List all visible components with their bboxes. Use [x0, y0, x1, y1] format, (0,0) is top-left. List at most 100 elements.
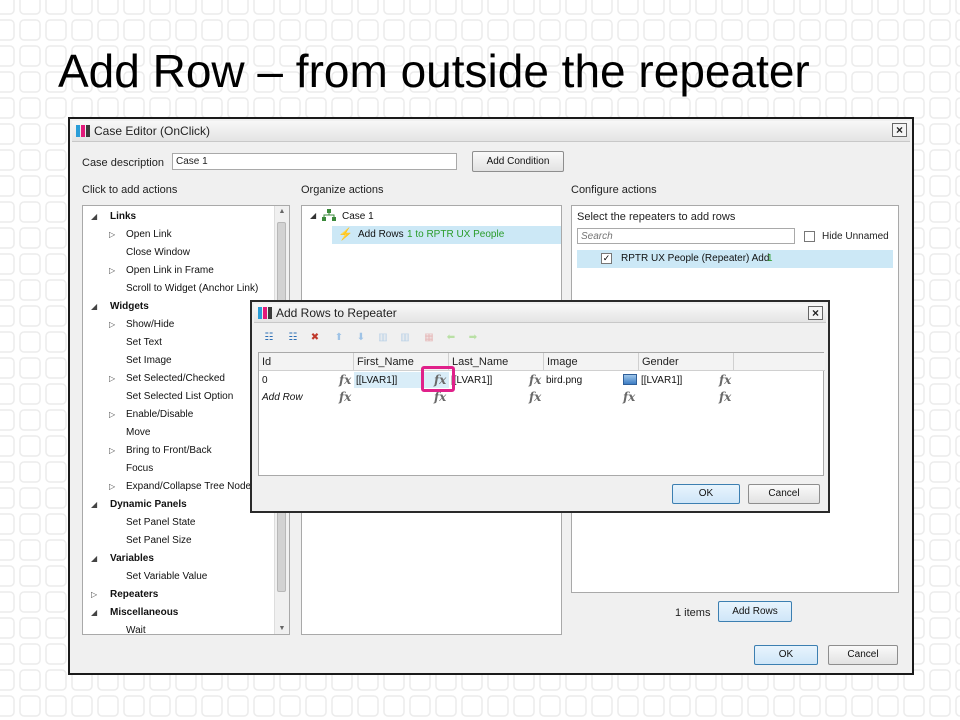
background-square: [19, 175, 41, 197]
fx-icon[interactable]: fx: [529, 373, 541, 387]
case-editor-close-button[interactable]: ×: [892, 123, 907, 137]
case-editor-titlebar[interactable]: Case Editor (OnClick) ×: [72, 121, 910, 142]
action-item[interactable]: Scroll to Widget (Anchor Link): [126, 283, 258, 294]
expand-icon[interactable]: ▷: [109, 446, 115, 455]
action-item[interactable]: Enable/Disable: [126, 409, 193, 420]
action-item[interactable]: Set Selected List Option: [126, 391, 233, 402]
column-header-last-name[interactable]: Last_Name: [449, 353, 544, 371]
add-row-cell[interactable]: Add Row: [262, 392, 303, 403]
expand-icon[interactable]: ▷: [109, 410, 115, 419]
action-item[interactable]: Set Variable Value: [126, 571, 207, 582]
insert-row-above-icon[interactable]: ☷: [262, 332, 276, 344]
collapse-icon[interactable]: ◢: [91, 500, 97, 509]
expand-icon[interactable]: ▷: [109, 482, 115, 491]
cell-id[interactable]: 0: [262, 375, 268, 386]
move-right-icon[interactable]: ➡: [466, 332, 480, 344]
repeater-search-input[interactable]: [577, 228, 795, 244]
fx-icon[interactable]: fx: [719, 373, 731, 387]
case-description-input[interactable]: [172, 153, 457, 170]
expand-icon[interactable]: ▷: [109, 320, 115, 329]
background-square: [357, 19, 379, 41]
cancel-button[interactable]: Cancel: [828, 645, 898, 665]
add-rows-cancel-button[interactable]: Cancel: [748, 484, 820, 504]
cell-first-name[interactable]: [[LVAR1]]: [356, 375, 397, 386]
fx-icon[interactable]: fx: [339, 390, 351, 404]
move-down-icon[interactable]: ⬇: [354, 332, 368, 344]
background-square: [19, 643, 41, 665]
action-item[interactable]: Wait: [126, 625, 146, 634]
fx-icon[interactable]: fx: [339, 373, 351, 387]
cell-last-name[interactable]: [[LVAR1]]: [451, 375, 492, 386]
cell-gender[interactable]: [[LVAR1]]: [641, 375, 682, 386]
action-item[interactable]: Show/Hide: [126, 319, 174, 330]
action-item[interactable]: Set Panel State: [126, 517, 196, 528]
expand-icon[interactable]: ▷: [109, 230, 115, 239]
action-item[interactable]: Expand/Collapse Tree Node: [126, 481, 251, 492]
action-category[interactable]: Links: [110, 211, 136, 222]
action-category[interactable]: Dynamic Panels: [110, 499, 187, 510]
image-icon[interactable]: [623, 374, 637, 385]
action-item[interactable]: Close Window: [126, 247, 190, 258]
delete-row-icon[interactable]: ✖: [308, 332, 322, 344]
collapse-icon[interactable]: ◢: [91, 608, 97, 617]
fx-icon[interactable]: fx: [719, 390, 731, 404]
column-header-gender[interactable]: Gender: [639, 353, 734, 371]
scroll-up-arrow-icon[interactable]: ▲: [275, 208, 289, 215]
ok-button[interactable]: OK: [754, 645, 818, 665]
fx-icon[interactable]: fx: [529, 390, 541, 404]
expand-icon[interactable]: ▷: [91, 590, 97, 599]
fx-icon[interactable]: fx: [434, 390, 446, 404]
column-header-image[interactable]: Image: [544, 353, 639, 371]
fx-icon[interactable]: fx: [623, 390, 635, 404]
action-item[interactable]: Set Image: [126, 355, 172, 366]
action-item[interactable]: Bring to Front/Back: [126, 445, 212, 456]
background-square: [149, 695, 171, 717]
organize-actions-label: Organize actions: [301, 184, 384, 196]
background-square: [97, 19, 119, 41]
expand-icon[interactable]: ▷: [109, 374, 115, 383]
action-item[interactable]: Set Selected/Checked: [126, 373, 225, 384]
insert-column-right-icon[interactable]: ▥: [398, 332, 412, 344]
action-category[interactable]: Variables: [110, 553, 154, 564]
scroll-down-arrow-icon[interactable]: ▼: [275, 625, 289, 632]
add-rows-titlebar[interactable]: Add Rows to Repeater ×: [254, 304, 826, 323]
add-rows-button[interactable]: Add Rows: [718, 601, 792, 622]
background-square: [0, 409, 15, 431]
action-item[interactable]: Open Link in Frame: [126, 265, 214, 276]
collapse-icon[interactable]: ◢: [91, 302, 97, 311]
action-category[interactable]: Widgets: [110, 301, 149, 312]
delete-column-icon[interactable]: ▦: [422, 332, 436, 344]
add-rows-close-button[interactable]: ×: [808, 306, 823, 320]
add-rows-ok-button[interactable]: OK: [672, 484, 740, 504]
background-square: [461, 695, 483, 717]
insert-column-left-icon[interactable]: ▥: [376, 332, 390, 344]
action-category[interactable]: Repeaters: [110, 589, 158, 600]
collapse-icon[interactable]: ◢: [91, 212, 97, 221]
collapse-icon[interactable]: ◢: [91, 554, 97, 563]
column-header-id[interactable]: Id: [259, 353, 354, 371]
action-item[interactable]: Move: [126, 427, 150, 438]
add-rows-action-row[interactable]: ⚡ Add Rows 1 to RPTR UX People: [332, 226, 561, 244]
background-square: [45, 97, 67, 119]
move-up-icon[interactable]: ⬆: [332, 332, 346, 344]
repeater-checkbox[interactable]: ✓: [601, 253, 612, 264]
background-square: [19, 71, 41, 93]
hide-unnamed-checkbox[interactable]: [804, 231, 815, 242]
background-square: [955, 175, 960, 197]
add-condition-button[interactable]: Add Condition: [472, 151, 564, 172]
action-item[interactable]: Focus: [126, 463, 153, 474]
case-1-node[interactable]: Case 1: [342, 211, 374, 222]
cell-image[interactable]: bird.png: [546, 375, 582, 386]
insert-row-below-icon[interactable]: ☷: [286, 332, 300, 344]
background-square: [591, 97, 613, 119]
action-item[interactable]: Set Panel Size: [126, 535, 192, 546]
action-item[interactable]: Set Text: [126, 337, 162, 348]
action-category[interactable]: Miscellaneous: [110, 607, 178, 618]
expand-icon[interactable]: ▷: [109, 266, 115, 275]
background-square: [279, 695, 301, 717]
action-item[interactable]: Open Link: [126, 229, 172, 240]
move-left-icon[interactable]: ⬅: [444, 332, 458, 344]
background-square: [955, 123, 960, 145]
collapse-icon[interactable]: ◢: [310, 211, 316, 220]
repeater-list-item[interactable]: ✓ RPTR UX People (Repeater) Add 1: [577, 250, 893, 268]
